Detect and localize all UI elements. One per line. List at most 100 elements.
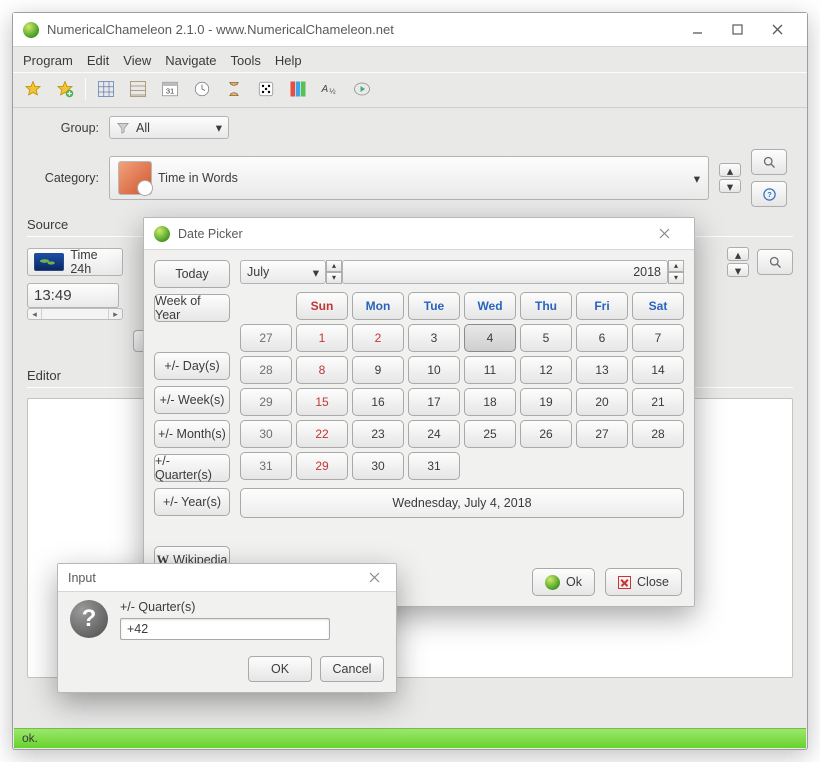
question-icon: ? bbox=[70, 600, 108, 638]
pm-quarters-button[interactable]: +/- Quarter(s) bbox=[154, 454, 230, 482]
category-select[interactable]: Time in Words ▾ bbox=[109, 156, 709, 200]
category-up[interactable]: ▴ bbox=[719, 163, 741, 177]
toolbar: 31 A½ bbox=[13, 72, 807, 108]
calendar-day[interactable]: 17 bbox=[408, 388, 460, 416]
calendar-day[interactable]: 13 bbox=[576, 356, 628, 384]
calendar-day[interactable]: 15 bbox=[296, 388, 348, 416]
time-input[interactable]: 13:49 bbox=[27, 283, 119, 308]
calendar-day[interactable]: 20 bbox=[576, 388, 628, 416]
menu-view[interactable]: View bbox=[123, 53, 151, 68]
group-select[interactable]: All ▾ bbox=[109, 116, 229, 139]
week-number: 29 bbox=[240, 388, 292, 416]
grid-icon[interactable] bbox=[94, 77, 118, 101]
date-picker-close-button[interactable]: Close bbox=[605, 568, 682, 596]
calendar-day[interactable]: 22 bbox=[296, 420, 348, 448]
date-picker-close-icon[interactable] bbox=[644, 222, 684, 246]
svg-text:31: 31 bbox=[166, 87, 174, 96]
calendar-day[interactable]: 4 bbox=[464, 324, 516, 352]
calendar-day[interactable]: 28 bbox=[632, 420, 684, 448]
menu-help[interactable]: Help bbox=[275, 53, 302, 68]
source-down[interactable]: ▾ bbox=[727, 263, 749, 277]
pm-weeks-button[interactable]: +/- Week(s) bbox=[154, 386, 230, 414]
menu-navigate[interactable]: Navigate bbox=[165, 53, 216, 68]
category-label: Category: bbox=[27, 171, 99, 185]
menu-program[interactable]: Program bbox=[23, 53, 73, 68]
calendar-day[interactable]: 2 bbox=[352, 324, 404, 352]
calendar-day[interactable]: 3 bbox=[408, 324, 460, 352]
calendar-day[interactable]: 6 bbox=[576, 324, 628, 352]
source-up[interactable]: ▴ bbox=[727, 247, 749, 261]
palette-icon[interactable] bbox=[286, 77, 310, 101]
app-window: NumericalChameleon 2.1.0 - www.Numerical… bbox=[12, 12, 808, 750]
calendar-day[interactable]: 11 bbox=[464, 356, 516, 384]
calendar-day[interactable]: 10 bbox=[408, 356, 460, 384]
category-value: Time in Words bbox=[158, 171, 238, 185]
dice-icon[interactable] bbox=[254, 77, 278, 101]
search-button[interactable] bbox=[751, 149, 787, 175]
menu-edit[interactable]: Edit bbox=[87, 53, 109, 68]
list-icon[interactable] bbox=[126, 77, 150, 101]
week-number: 31 bbox=[240, 452, 292, 480]
date-icon[interactable]: 31 bbox=[158, 77, 182, 101]
calendar-day[interactable]: 31 bbox=[408, 452, 460, 480]
source-select[interactable]: Time 24h bbox=[27, 248, 123, 276]
play-icon[interactable] bbox=[350, 77, 374, 101]
star-icon[interactable] bbox=[21, 77, 45, 101]
calendar-day[interactable]: 9 bbox=[352, 356, 404, 384]
pm-months-button[interactable]: +/- Month(s) bbox=[154, 420, 230, 448]
mouth-clock-icon bbox=[118, 161, 152, 195]
calendar-grid: SunMonTueWedThuFriSat2712345672889101112… bbox=[240, 292, 684, 480]
year-value: 2018 bbox=[633, 265, 661, 279]
calendar-day[interactable]: 27 bbox=[576, 420, 628, 448]
minimize-button[interactable] bbox=[677, 18, 717, 42]
category-down[interactable]: ▾ bbox=[719, 179, 741, 193]
calendar-day[interactable]: 29 bbox=[296, 452, 348, 480]
star-add-icon[interactable] bbox=[53, 77, 77, 101]
calendar-day[interactable]: 8 bbox=[296, 356, 348, 384]
calendar-day[interactable]: 5 bbox=[520, 324, 572, 352]
calendar-day[interactable]: 24 bbox=[408, 420, 460, 448]
app-icon bbox=[23, 22, 39, 38]
input-field[interactable]: +42 bbox=[120, 618, 330, 640]
calendar-day[interactable]: 21 bbox=[632, 388, 684, 416]
calendar-day[interactable]: 1 bbox=[296, 324, 348, 352]
date-picker-ok-button[interactable]: Ok bbox=[532, 568, 595, 596]
calendar-day[interactable]: 30 bbox=[352, 452, 404, 480]
source-search-button[interactable] bbox=[757, 249, 793, 275]
close-icon bbox=[618, 576, 631, 589]
close-button[interactable] bbox=[757, 18, 797, 42]
dow-header: Thu bbox=[520, 292, 572, 320]
year-field[interactable]: 2018 bbox=[342, 260, 668, 284]
calendar-day[interactable]: 16 bbox=[352, 388, 404, 416]
input-dialog: Input ? +/- Quarter(s) +42 OK Cancel bbox=[57, 563, 397, 693]
calendar-day[interactable]: 26 bbox=[520, 420, 572, 448]
calendar-day[interactable]: 12 bbox=[520, 356, 572, 384]
input-dialog-close-icon[interactable] bbox=[362, 566, 386, 590]
time-value: 13:49 bbox=[34, 287, 72, 304]
calendar-day[interactable]: 19 bbox=[520, 388, 572, 416]
dow-header: Mon bbox=[352, 292, 404, 320]
input-cancel-button[interactable]: Cancel bbox=[320, 656, 384, 682]
input-ok-button[interactable]: OK bbox=[248, 656, 312, 682]
maximize-button[interactable] bbox=[717, 18, 757, 42]
calendar-day[interactable]: 25 bbox=[464, 420, 516, 448]
month-spinner[interactable]: ▴▾ bbox=[326, 260, 342, 284]
date-picker-dialog: Date Picker Today Week of Year +/- Day(s… bbox=[143, 217, 695, 607]
pm-days-button[interactable]: +/- Day(s) bbox=[154, 352, 230, 380]
help-button[interactable]: ? bbox=[751, 181, 787, 207]
time-scrollbar[interactable]: ◂▸ bbox=[27, 308, 123, 320]
hourglass-icon[interactable] bbox=[222, 77, 246, 101]
chars-icon[interactable]: A½ bbox=[318, 77, 342, 101]
clock-icon[interactable] bbox=[190, 77, 214, 101]
menu-tools[interactable]: Tools bbox=[231, 53, 261, 68]
year-spinner[interactable]: ▴▾ bbox=[668, 260, 684, 284]
calendar-day[interactable]: 23 bbox=[352, 420, 404, 448]
pm-years-button[interactable]: +/- Year(s) bbox=[154, 488, 230, 516]
calendar-day[interactable]: 14 bbox=[632, 356, 684, 384]
calendar-day[interactable]: 18 bbox=[464, 388, 516, 416]
month-select[interactable]: July ▾ bbox=[240, 260, 326, 284]
calendar-day[interactable]: 7 bbox=[632, 324, 684, 352]
today-button[interactable]: Today bbox=[154, 260, 230, 288]
filter-icon bbox=[116, 121, 130, 135]
week-of-year-button[interactable]: Week of Year bbox=[154, 294, 230, 322]
